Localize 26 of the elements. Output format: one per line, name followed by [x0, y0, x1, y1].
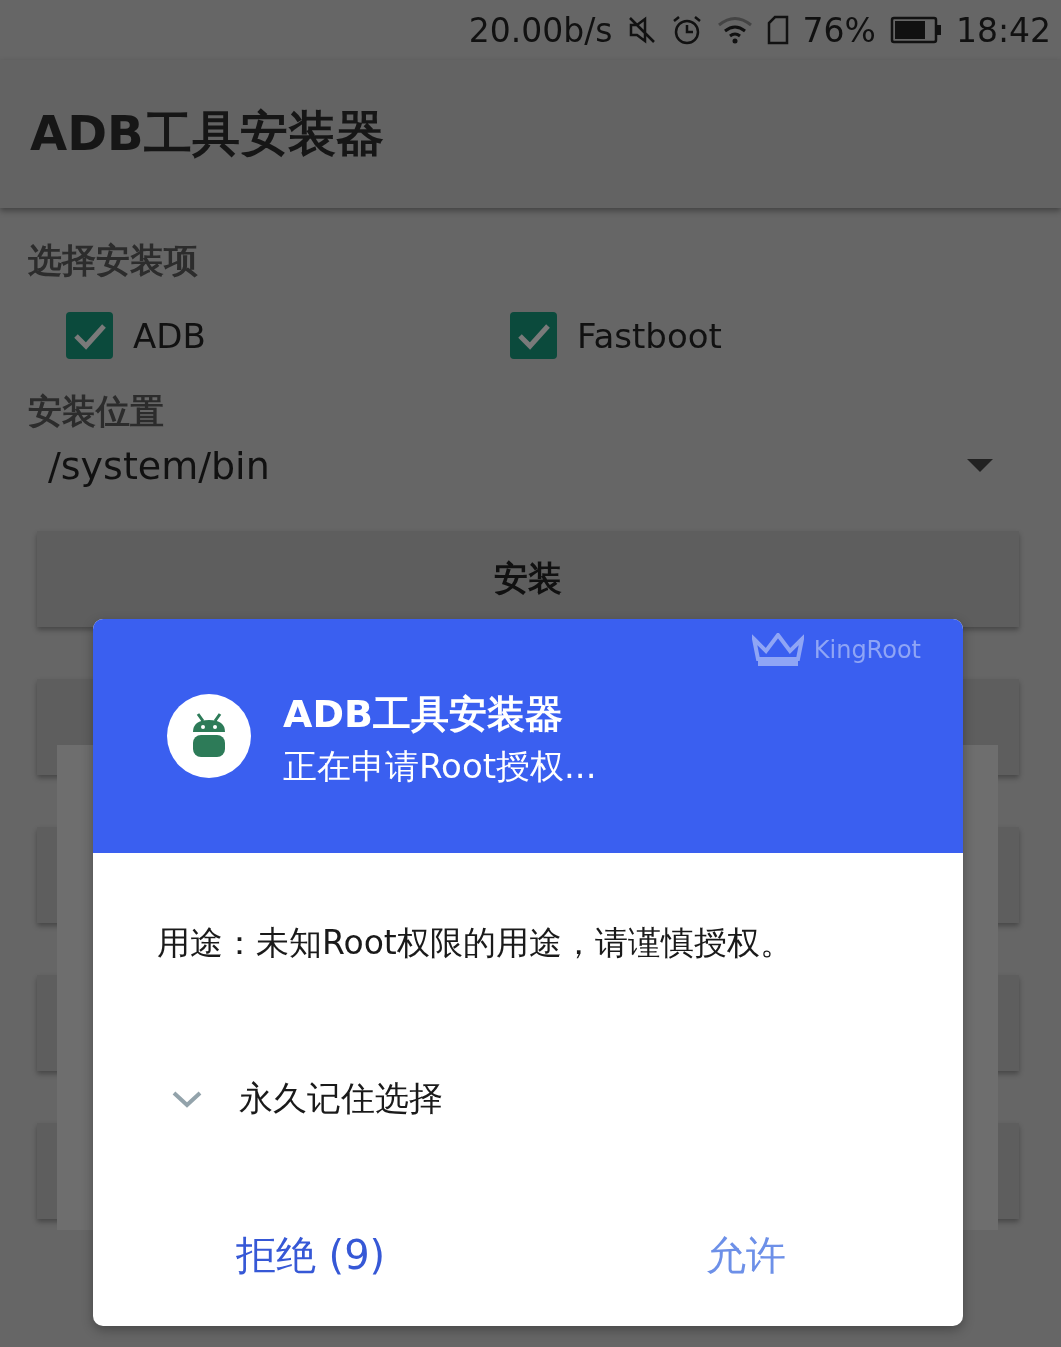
- deny-button[interactable]: 拒绝 (9): [93, 1218, 528, 1293]
- dialog-title: ADB工具安装器: [283, 690, 564, 738]
- install-button[interactable]: 安装: [37, 531, 1019, 627]
- remember-choice-toggle[interactable]: 永久记住选择: [171, 1076, 963, 1122]
- battery-percent: 76%: [802, 10, 876, 50]
- location-dropdown[interactable]: /system/bin: [28, 441, 1033, 491]
- dropdown-arrow-icon: [967, 459, 993, 473]
- brand-label: KingRoot: [813, 636, 921, 664]
- clock: 18:42: [955, 10, 1051, 50]
- checkbox-label: ADB: [133, 315, 206, 356]
- battery-icon: [889, 16, 942, 44]
- sim-card-icon: [766, 15, 789, 45]
- allow-button[interactable]: 允许: [528, 1218, 963, 1293]
- purpose-text: 用途：未知Root权限的用途，请谨慎授权。: [157, 922, 794, 964]
- muted-icon: [626, 15, 657, 45]
- crown-icon: [751, 633, 804, 667]
- android-robot-icon: [192, 712, 226, 760]
- checkbox-label: Fastboot: [577, 315, 722, 356]
- dialog-subtitle: 正在申请Root授权...: [283, 744, 597, 788]
- network-speed: 20.00b/s: [468, 10, 613, 50]
- checkbox[interactable]: [66, 312, 113, 359]
- app-title: ADB工具安装器: [30, 104, 384, 163]
- section-heading: 选择安装项: [28, 239, 199, 282]
- checkbox[interactable]: [510, 312, 557, 359]
- section-heading: 安装位置: [28, 390, 165, 433]
- wifi-icon: [716, 16, 753, 44]
